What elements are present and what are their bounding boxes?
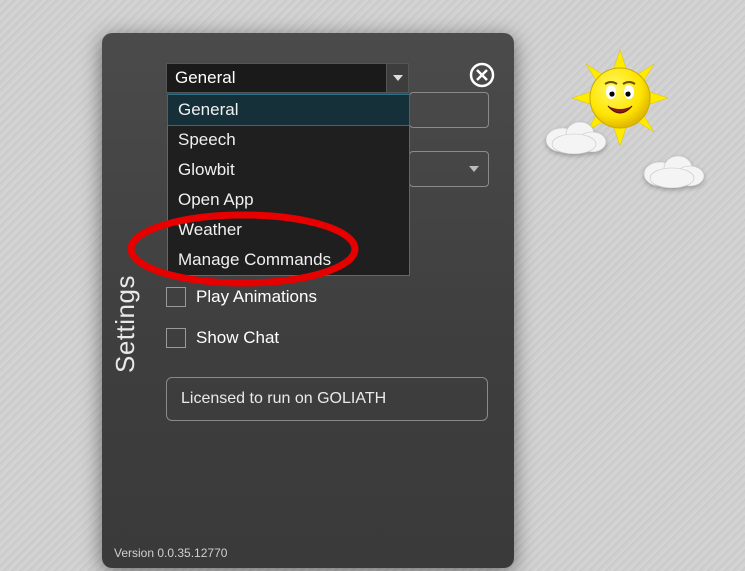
dropdown-option-glowbit[interactable]: Glowbit — [168, 155, 409, 185]
license-box: Licensed to run on GOLIATH — [166, 377, 488, 421]
dropdown-arrow[interactable] — [386, 64, 408, 92]
obscured-field-1[interactable] — [409, 92, 489, 128]
settings-panel: Settings General General Speech Glowbit … — [102, 33, 514, 568]
cloud-icon — [540, 116, 612, 154]
version-label: Version 0.0.35.12770 — [114, 546, 227, 560]
show-chat-label: Show Chat — [196, 328, 279, 348]
chevron-down-icon — [469, 166, 479, 172]
license-text: Licensed to run on GOLIATH — [181, 390, 386, 408]
category-dropdown-list: General Speech Glowbit Open App Weather … — [167, 94, 410, 276]
dropdown-option-speech[interactable]: Speech — [168, 125, 409, 155]
category-select-value: General — [175, 68, 235, 87]
cloud-icon — [638, 150, 710, 188]
dropdown-option-open-app[interactable]: Open App — [168, 185, 409, 215]
dropdown-option-general[interactable]: General — [168, 95, 409, 125]
chevron-down-icon — [393, 75, 403, 81]
dropdown-option-manage-commands[interactable]: Manage Commands — [168, 245, 409, 275]
play-animations-checkbox[interactable] — [166, 287, 186, 307]
play-animations-label: Play Animations — [196, 287, 317, 307]
play-animations-row: Play Animations — [166, 287, 317, 307]
dropdown-option-weather[interactable]: Weather — [168, 215, 409, 245]
panel-title: Settings — [110, 275, 141, 373]
category-select[interactable]: General General Speech Glowbit Open App … — [166, 63, 409, 93]
show-chat-checkbox[interactable] — [166, 328, 186, 348]
panel-content: General General Speech Glowbit Open App … — [166, 63, 492, 93]
show-chat-row: Show Chat — [166, 328, 279, 348]
obscured-select-2[interactable] — [409, 151, 489, 187]
